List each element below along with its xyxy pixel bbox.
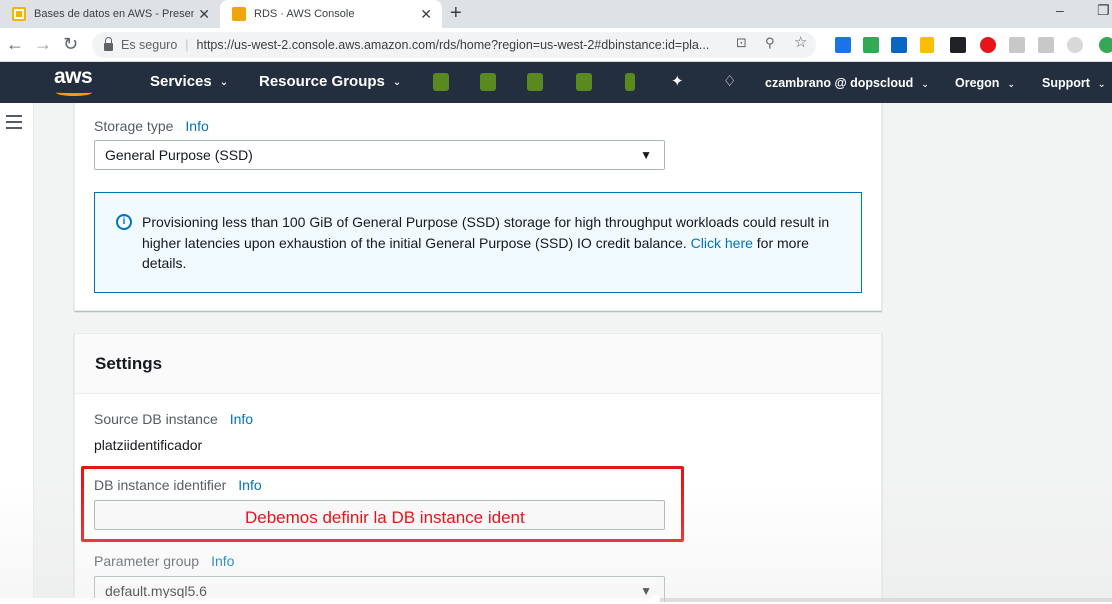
- secure-label: Es seguro: [121, 38, 178, 52]
- highlight-annotation-box: [81, 466, 684, 542]
- video-caption: Debemos definir la DB instance ident: [245, 508, 525, 527]
- region-menu[interactable]: Oregon ⌄: [955, 76, 1015, 90]
- extension-icon[interactable]: [1067, 37, 1083, 53]
- storage-info-alert: i Provisioning less than 100 GiB of Gene…: [94, 192, 862, 293]
- storage-type-label: Storage type Info: [94, 118, 209, 134]
- video-progress-played: [0, 598, 657, 602]
- url-text: https://us-west-2.console.aws.amazon.com…: [196, 38, 710, 52]
- storage-type-select[interactable]: General Purpose (SSD) ▼: [94, 140, 665, 170]
- source-db-instance-label: Source DB instance Info: [94, 411, 254, 427]
- settings-title: Settings: [95, 354, 163, 373]
- storage-type-info-link[interactable]: Info: [185, 118, 208, 134]
- opera-icon[interactable]: [980, 37, 996, 53]
- translate-icon[interactable]: ⊡: [736, 35, 747, 51]
- menu-icon[interactable]: [6, 115, 22, 133]
- close-tab-icon[interactable]: ✕: [198, 6, 210, 23]
- chevron-down-icon: ⌄: [1007, 79, 1015, 89]
- tab-title: RDS · AWS Console: [254, 8, 355, 20]
- extension-icon[interactable]: [835, 37, 851, 53]
- service-shortcut-icon[interactable]: [433, 73, 449, 91]
- minimize-button[interactable]: –: [1056, 2, 1064, 18]
- browser-tab-strip: Bases de datos en AWS - Presentación ✕ R…: [0, 0, 1112, 28]
- tab-rds-console[interactable]: RDS · AWS Console ✕: [220, 0, 442, 28]
- click-here-link[interactable]: Click here: [691, 235, 753, 251]
- main-content: Storage type Info General Purpose (SSD) ▼…: [34, 103, 1112, 602]
- linkedin-icon[interactable]: [891, 37, 907, 53]
- close-tab-icon[interactable]: ✕: [420, 6, 432, 23]
- region-label: Oregon: [955, 76, 1000, 90]
- resource-groups-label: Resource Groups: [259, 73, 385, 90]
- source-db-info-link[interactable]: Info: [230, 411, 253, 427]
- drive-icon[interactable]: [920, 37, 934, 53]
- reload-button[interactable]: ↻: [63, 34, 78, 55]
- lock-icon: [104, 37, 113, 51]
- chevron-down-icon: ⌄: [921, 79, 929, 89]
- support-label: Support: [1042, 76, 1090, 90]
- settings-card-header: Settings: [75, 334, 881, 394]
- slides-icon: [12, 7, 26, 21]
- back-button[interactable]: ←: [6, 34, 24, 55]
- service-shortcut-icon[interactable]: [527, 73, 543, 91]
- extension-icon[interactable]: [950, 37, 966, 53]
- bell-icon[interactable]: ♢: [723, 72, 736, 90]
- storage-type-value: General Purpose (SSD): [105, 147, 253, 163]
- parameter-group-label: Parameter group Info: [94, 553, 235, 569]
- alert-text: Provisioning less than 100 GiB of Genera…: [142, 214, 830, 271]
- forward-button[interactable]: →: [34, 34, 52, 55]
- parameter-group-info-link[interactable]: Info: [211, 553, 234, 569]
- bookmark-star-icon[interactable]: ☆: [794, 33, 807, 51]
- browser-toolbar: ← → ↻ Es seguro | https://us-west-2.cons…: [0, 28, 1112, 62]
- dropdown-arrow-icon: ▼: [640, 148, 652, 162]
- info-icon: i: [116, 214, 132, 230]
- service-shortcut-icon[interactable]: [576, 73, 592, 91]
- aws-logo[interactable]: aws: [54, 65, 93, 89]
- account-menu[interactable]: czambrano @ dopscloud ⌄: [765, 76, 929, 90]
- services-menu[interactable]: Services ⌄: [150, 73, 228, 90]
- chevron-down-icon: ⌄: [392, 77, 402, 88]
- aws-smile-icon: [56, 89, 92, 96]
- parameter-group-value: default.mysql5.6: [105, 583, 207, 599]
- dropdown-arrow-icon: ▼: [640, 584, 652, 598]
- video-scrubber-handle[interactable]: [651, 595, 661, 604]
- chevron-down-icon: ⌄: [1097, 79, 1106, 89]
- tab-slides[interactable]: Bases de datos en AWS - Presentación ✕: [0, 0, 220, 28]
- support-menu[interactable]: Support ⌄: [1042, 76, 1105, 90]
- aws-console-header: aws Services ⌄ Resource Groups ⌄ ✦ ♢ czamb…: [0, 62, 1112, 103]
- service-shortcut-icon[interactable]: [625, 73, 635, 91]
- services-label: Services: [150, 73, 212, 90]
- aws-icon: [232, 7, 246, 21]
- profile-avatar[interactable]: [1099, 37, 1112, 53]
- source-db-instance-value: platziidentificador: [94, 437, 203, 453]
- side-navigation-rail: [0, 103, 34, 602]
- resource-groups-menu[interactable]: Resource Groups ⌄: [259, 73, 401, 90]
- chevron-down-icon: ⌄: [219, 77, 229, 88]
- service-shortcut-icon[interactable]: [480, 73, 496, 91]
- tab-title: Bases de datos en AWS - Presentación: [34, 8, 194, 20]
- extension-icon[interactable]: [863, 37, 879, 53]
- extension-icon[interactable]: [1038, 37, 1054, 53]
- new-tab-button[interactable]: +: [450, 2, 462, 25]
- restore-button[interactable]: ❐: [1097, 2, 1110, 19]
- zoom-icon[interactable]: ⚲: [765, 35, 775, 51]
- extension-icon[interactable]: [1009, 37, 1025, 53]
- account-label: czambrano @ dopscloud: [765, 76, 914, 90]
- pin-icon[interactable]: ✦: [671, 72, 684, 90]
- address-bar[interactable]: Es seguro | https://us-west-2.console.aw…: [92, 32, 816, 58]
- video-progress-bar[interactable]: [0, 595, 1112, 604]
